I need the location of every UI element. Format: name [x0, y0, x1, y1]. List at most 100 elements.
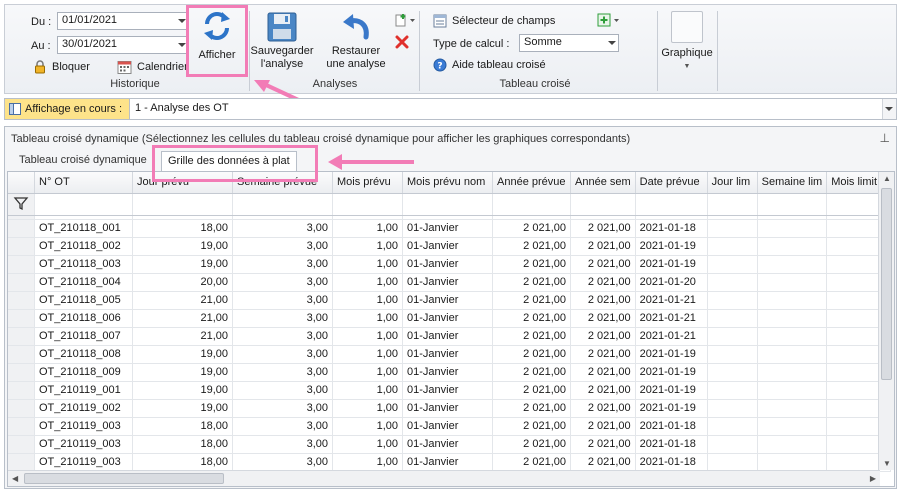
- table-cell[interactable]: [707, 273, 758, 292]
- date-to-input[interactable]: 30/01/2021: [57, 36, 189, 54]
- table-cell[interactable]: OT_210119_001: [34, 381, 133, 400]
- table-cell[interactable]: 2 021,00: [492, 435, 571, 454]
- table-cell[interactable]: OT_210118_007: [34, 327, 133, 346]
- bloquer-button[interactable]: Bloquer: [33, 60, 90, 74]
- table-cell[interactable]: 2 021,00: [570, 273, 636, 292]
- scroll-up-icon[interactable]: ▲: [883, 174, 891, 183]
- table-cell[interactable]: [757, 453, 828, 472]
- table-cell[interactable]: 1,00: [332, 381, 403, 400]
- date-from-input[interactable]: 01/01/2021: [57, 12, 189, 30]
- table-cell[interactable]: 2 021,00: [570, 237, 636, 256]
- table-cell[interactable]: 2021-01-21: [635, 291, 708, 310]
- filter-input[interactable]: [232, 193, 333, 216]
- table-cell[interactable]: 2021-01-19: [635, 237, 708, 256]
- filter-input[interactable]: [34, 193, 133, 216]
- table-cell[interactable]: 1,00: [332, 291, 403, 310]
- calendrier-button[interactable]: Calendrier: [117, 60, 188, 74]
- table-cell[interactable]: [707, 291, 758, 310]
- table-cell[interactable]: 21,00: [132, 291, 233, 310]
- table-cell[interactable]: 3,00: [232, 309, 333, 328]
- table-cell[interactable]: 2 021,00: [570, 327, 636, 346]
- table-cell[interactable]: 2 021,00: [570, 381, 636, 400]
- row-indicator[interactable]: [8, 219, 35, 238]
- table-cell[interactable]: 2021-01-18: [635, 435, 708, 454]
- table-cell[interactable]: [707, 327, 758, 346]
- scroll-down-icon[interactable]: ▼: [883, 459, 891, 468]
- table-cell[interactable]: [757, 345, 828, 364]
- table-cell[interactable]: 2 021,00: [570, 291, 636, 310]
- table-cell[interactable]: [707, 399, 758, 418]
- table-cell[interactable]: 2021-01-18: [635, 417, 708, 436]
- table-row[interactable]: OT_210119_003 18,00 3,00 1,00 01-Janvier 2 02…: [8, 417, 892, 436]
- table-cell[interactable]: [757, 417, 828, 436]
- table-cell[interactable]: 2021-01-19: [635, 381, 708, 400]
- table-cell[interactable]: [757, 255, 828, 274]
- table-cell[interactable]: 1,00: [332, 273, 403, 292]
- table-cell[interactable]: 2 021,00: [492, 453, 571, 472]
- table-cell[interactable]: 1,00: [332, 345, 403, 364]
- vertical-scrollbar[interactable]: ▲ ▼: [878, 172, 894, 470]
- table-cell[interactable]: 2021-01-19: [635, 255, 708, 274]
- table-cell[interactable]: 19,00: [132, 363, 233, 382]
- table-cell[interactable]: 2 021,00: [570, 345, 636, 364]
- table-cell[interactable]: 18,00: [132, 417, 233, 436]
- table-cell[interactable]: 2 021,00: [492, 399, 571, 418]
- filter-input[interactable]: [707, 193, 758, 216]
- table-cell[interactable]: 2021-01-21: [635, 309, 708, 328]
- table-cell[interactable]: [757, 309, 828, 328]
- aide-tableau-croise-button[interactable]: ? Aide tableau croisé: [433, 58, 546, 72]
- row-indicator[interactable]: [8, 327, 35, 346]
- table-row[interactable]: OT_210118_006 21,00 3,00 1,00 01-Janvier 2 02…: [8, 309, 892, 328]
- table-cell[interactable]: 01-Janvier: [402, 309, 493, 328]
- table-cell[interactable]: [707, 309, 758, 328]
- row-indicator[interactable]: [8, 363, 35, 382]
- table-cell[interactable]: OT_210118_005: [34, 291, 133, 310]
- column-header[interactable]: Mois prévu: [332, 172, 403, 194]
- pin-icon[interactable]: ⊥: [880, 131, 890, 145]
- table-cell[interactable]: 01-Janvier: [402, 363, 493, 382]
- table-cell[interactable]: 2021-01-19: [635, 345, 708, 364]
- table-cell[interactable]: 01-Janvier: [402, 399, 493, 418]
- table-cell[interactable]: 01-Janvier: [402, 273, 493, 292]
- table-cell[interactable]: 3,00: [232, 327, 333, 346]
- table-cell[interactable]: 2 021,00: [570, 417, 636, 436]
- table-cell[interactable]: [707, 219, 758, 238]
- row-indicator[interactable]: [8, 255, 35, 274]
- table-cell[interactable]: 21,00: [132, 309, 233, 328]
- horizontal-scroll-thumb[interactable]: [24, 473, 224, 484]
- chevron-down-icon[interactable]: [885, 107, 893, 111]
- table-row[interactable]: OT_210119_003 18,00 3,00 1,00 01-Janvier 2 02…: [8, 435, 892, 454]
- table-cell[interactable]: 01-Janvier: [402, 453, 493, 472]
- scroll-right-icon[interactable]: ▶: [870, 474, 876, 483]
- table-row[interactable]: OT_210118_008 19,00 3,00 1,00 01-Janvier 2 02…: [8, 345, 892, 364]
- table-cell[interactable]: [707, 345, 758, 364]
- row-indicator[interactable]: [8, 417, 35, 436]
- table-cell[interactable]: 3,00: [232, 381, 333, 400]
- table-cell[interactable]: 19,00: [132, 345, 233, 364]
- affichage-selector[interactable]: Affichage en cours : 1 - Analyse des OT: [4, 98, 897, 120]
- table-cell[interactable]: 2021-01-19: [635, 399, 708, 418]
- table-cell[interactable]: 18,00: [132, 219, 233, 238]
- table-cell[interactable]: 1,00: [332, 219, 403, 238]
- table-cell[interactable]: 2 021,00: [492, 219, 571, 238]
- table-cell[interactable]: 01-Janvier: [402, 345, 493, 364]
- table-cell[interactable]: [757, 273, 828, 292]
- selecteur-champs-button[interactable]: Sélecteur de champs: [433, 14, 555, 28]
- table-cell[interactable]: OT_210118_001: [34, 219, 133, 238]
- chevron-down-icon[interactable]: [178, 19, 186, 23]
- table-cell[interactable]: 2 021,00: [492, 345, 571, 364]
- table-cell[interactable]: 2 021,00: [570, 255, 636, 274]
- table-cell[interactable]: [757, 399, 828, 418]
- column-header[interactable]: Semaine prévue: [232, 172, 333, 194]
- row-indicator[interactable]: [8, 309, 35, 328]
- table-cell[interactable]: 01-Janvier: [402, 417, 493, 436]
- filter-input[interactable]: [402, 193, 493, 216]
- table-row[interactable]: OT_210118_009 19,00 3,00 1,00 01-Janvier 2 02…: [8, 363, 892, 382]
- scroll-left-icon[interactable]: ◀: [12, 474, 18, 483]
- table-cell[interactable]: 2 021,00: [570, 453, 636, 472]
- table-cell[interactable]: OT_210119_003: [34, 435, 133, 454]
- table-cell[interactable]: 19,00: [132, 237, 233, 256]
- table-cell[interactable]: OT_210119_003: [34, 453, 133, 472]
- graphique-button[interactable]: Graphique ▼: [659, 11, 715, 73]
- restaurer-analyse-button[interactable]: Restaurer une analyse: [323, 11, 389, 71]
